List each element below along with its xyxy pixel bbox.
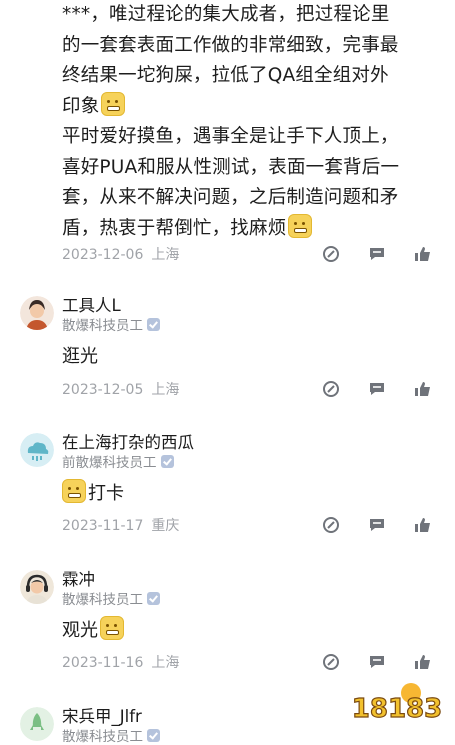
like-icon[interactable] — [414, 653, 432, 671]
watermark-text: 18183 — [352, 694, 442, 724]
verified-badge-icon — [147, 318, 160, 331]
comment-username[interactable]: 工具人L — [62, 292, 121, 316]
comment-icon[interactable] — [368, 516, 386, 534]
smile-emoji-icon — [288, 213, 313, 238]
post-line-text: 盾，热衷于帮倒忙，找麻烦 — [62, 217, 287, 239]
comment-icon[interactable] — [368, 653, 386, 671]
comment-company: 散爆科技员工 — [62, 314, 160, 334]
post-line: 的一套套表面工作做的非常细致，完事最 — [62, 34, 399, 56]
comment-username[interactable]: 宋兵甲_Jlfr — [62, 703, 142, 727]
smile-emoji-icon — [101, 91, 126, 116]
like-icon[interactable] — [414, 245, 432, 263]
comment-text-label: 打卡 — [88, 483, 124, 504]
post-meta: 2023-12-06 上海 — [62, 244, 442, 266]
comment-date: 2023-11-17 — [62, 518, 144, 534]
post-date: 2023-12-06 — [62, 247, 144, 263]
company-label: 散爆科技员工 — [62, 318, 143, 334]
post-line: 终结果一坨狗屎，拉低了QA组全组对外 — [62, 65, 389, 86]
comment-company: 散爆科技员工 — [62, 588, 160, 608]
smile-emoji-icon — [100, 616, 124, 640]
reply-icon[interactable] — [322, 380, 340, 398]
post-line: 套，从来不解决问题，之后制造问题和矛 — [62, 187, 399, 208]
comment-location: 重庆 — [151, 518, 180, 534]
post-content: ***，唯过程论的集大成者，把过程论里 的一套套表面工作做的非常细致，完事最 终… — [62, 0, 442, 244]
comment-date: 2023-11-16 — [62, 655, 144, 671]
comment-company: 前散爆科技员工 — [62, 451, 174, 471]
comment-username[interactable]: 霖冲 — [62, 566, 95, 590]
comment-company: 散爆科技员工 — [62, 725, 160, 745]
watermark-logo: 18183 — [345, 679, 449, 725]
reply-icon[interactable] — [322, 245, 340, 263]
verified-badge-icon — [147, 592, 160, 605]
comment-location: 上海 — [151, 382, 180, 398]
post-line: 平时爱好摸鱼，遇事全是让手下人顶上， — [62, 126, 399, 147]
rocket-avatar-icon[interactable] — [20, 707, 54, 741]
post-line: 印象 — [62, 91, 442, 123]
avatar-headphones-icon[interactable] — [20, 570, 54, 604]
verified-badge-icon — [160, 455, 174, 468]
company-label: 散爆科技员工 — [62, 729, 143, 745]
smile-emoji-icon — [62, 479, 86, 503]
post-location: 上海 — [151, 247, 180, 263]
comment-icon[interactable] — [368, 380, 386, 398]
comment-text-label: 观光 — [62, 620, 98, 641]
comment-text: 逛光 — [62, 346, 98, 367]
comment-icon[interactable] — [368, 245, 386, 263]
avatar-man-icon[interactable] — [20, 296, 54, 330]
post-line: 盾，热衷于帮倒忙，找麻烦 — [62, 213, 442, 245]
reply-icon[interactable] — [322, 653, 340, 671]
comment-text: 观光 — [62, 616, 124, 642]
post-line: ***，唯过程论的集大成者，把过程论里 — [62, 4, 390, 25]
comment-meta: 2023-12-05 上海 — [62, 379, 442, 401]
comment-text: 打卡 — [62, 479, 124, 505]
comment-meta: 2023-11-17 重庆 — [62, 515, 442, 537]
verified-badge-icon — [147, 729, 160, 742]
comment-date: 2023-12-05 — [62, 382, 144, 398]
comment-meta: 2023-11-16 上海 — [62, 652, 442, 674]
reply-icon[interactable] — [322, 516, 340, 534]
like-icon[interactable] — [414, 380, 432, 398]
like-icon[interactable] — [414, 516, 432, 534]
post-line-text: 印象 — [62, 95, 100, 117]
comment-location: 上海 — [151, 655, 180, 671]
company-label: 前散爆科技员工 — [62, 455, 157, 471]
comment-username[interactable]: 在上海打杂的西瓜 — [62, 429, 194, 453]
post-line: 喜好PUA和服从性测试，表面一套背后一 — [62, 156, 400, 178]
company-label: 散爆科技员工 — [62, 592, 143, 608]
cloud-avatar-icon[interactable] — [20, 433, 54, 467]
